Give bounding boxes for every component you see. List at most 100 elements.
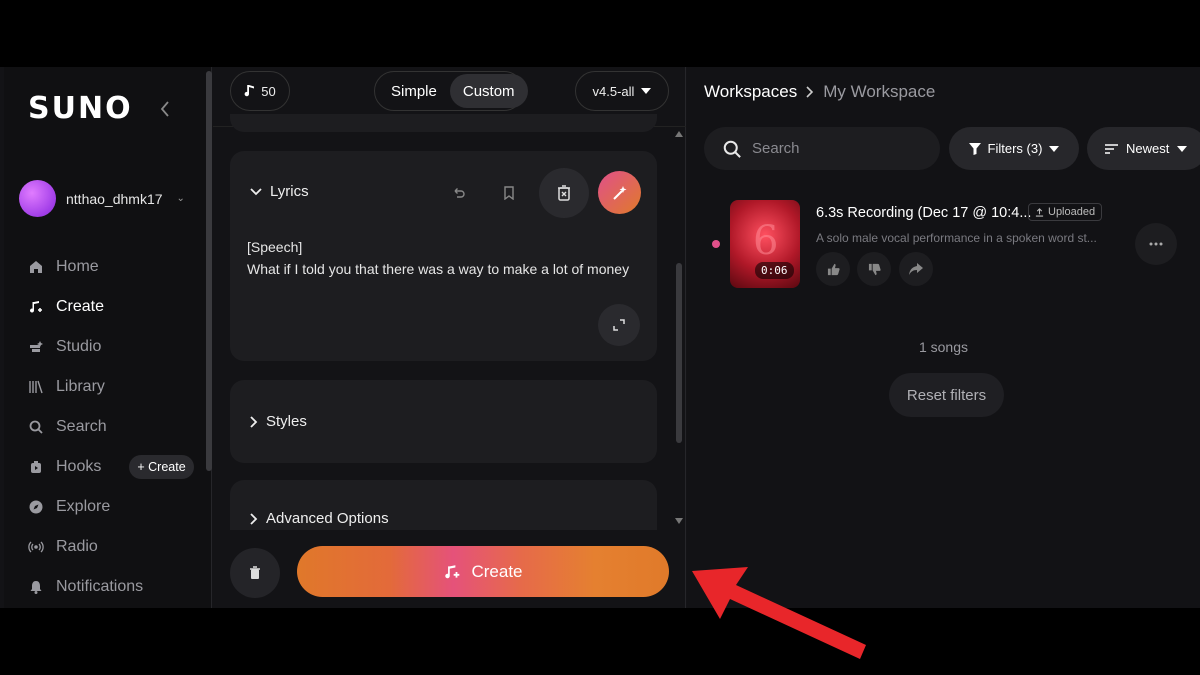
dislike-button[interactable] (857, 252, 891, 286)
credits-badge[interactable]: 50 (230, 71, 290, 111)
home-icon (30, 261, 42, 273)
song-row[interactable]: 6 0:06 6.3s Recording (Dec 17 @ 10:4... … (687, 197, 1200, 292)
scroll-down-arrow[interactable] (675, 518, 683, 524)
undo-button[interactable] (441, 175, 477, 211)
more-options-button[interactable] (1135, 223, 1177, 265)
create-music-icon (445, 564, 460, 578)
simple-mode-tab[interactable]: Simple (378, 74, 450, 108)
create-button-label: Create (471, 561, 523, 581)
panel-scrollbar[interactable] (676, 263, 682, 443)
bookmark-icon (504, 186, 514, 200)
generate-lyrics-button[interactable] (598, 171, 641, 214)
chevron-right-icon (806, 86, 814, 98)
sidebar-item-notifications[interactable]: Notifications (28, 567, 194, 607)
thumbs-up-icon (827, 263, 840, 275)
clear-icon (558, 185, 570, 201)
lyrics-textarea[interactable]: [Speech] What if I told you that there w… (247, 236, 629, 280)
explore-icon (29, 500, 43, 514)
like-button[interactable] (816, 252, 850, 286)
previous-card-edge (230, 114, 657, 132)
lyrics-line: [Speech] (247, 239, 303, 255)
hooks-icon (31, 461, 41, 473)
search-icon (723, 140, 741, 158)
create-music-icon (30, 301, 42, 313)
song-title[interactable]: 6.3s Recording (Dec 17 @ 10:4... (816, 205, 1031, 221)
version-select[interactable]: v4.5-all (575, 71, 669, 111)
filters-button[interactable]: Filters (3) (949, 127, 1079, 170)
lyrics-header: Lyrics (270, 183, 309, 200)
scroll-up-arrow[interactable] (675, 131, 683, 137)
collapse-sidebar-icon[interactable] (158, 99, 172, 119)
music-note-icon (244, 85, 255, 97)
advanced-options-header: Advanced Options (266, 510, 389, 527)
song-cover[interactable]: 6 0:06 (730, 200, 800, 288)
undo-icon (454, 188, 465, 198)
hooks-create-button[interactable]: + Create (129, 455, 194, 479)
sidebar-item-label: Notifications (56, 578, 144, 595)
caret-down-icon (1177, 145, 1188, 152)
expand-icon (613, 319, 625, 331)
lyrics-card: Lyrics [Speech] What if I told you that … (230, 151, 657, 361)
save-lyrics-button[interactable] (491, 175, 527, 211)
advanced-options-card: Advanced Options (230, 480, 657, 530)
expand-lyrics-button[interactable] (598, 304, 640, 346)
create-panel: 50 Simple Custom v4.5-all Lyrics [Speech… (213, 67, 686, 608)
share-button[interactable] (899, 252, 933, 286)
chevron-down-icon: ⌄ (176, 193, 185, 204)
clear-lyrics-button[interactable] (539, 168, 589, 218)
new-indicator-dot (712, 240, 720, 248)
lyrics-toggle[interactable]: Lyrics (250, 183, 309, 200)
chevron-right-icon (250, 512, 258, 525)
sidebar-scrollbar[interactable] (206, 71, 212, 471)
custom-mode-tab[interactable]: Custom (449, 74, 528, 108)
chevron-right-icon (250, 415, 258, 428)
breadcrumb-workspaces[interactable]: Workspaces (704, 82, 797, 102)
sidebar-item-library[interactable]: Library (28, 367, 194, 407)
trash-icon (250, 566, 260, 579)
song-duration: 0:06 (755, 262, 794, 279)
radio-icon (28, 541, 44, 553)
delete-button[interactable] (230, 548, 280, 598)
workspace-search-input[interactable]: Search (704, 127, 940, 170)
styles-header: Styles (266, 413, 307, 430)
breadcrumb-current: My Workspace (823, 82, 936, 101)
song-description: A solo male vocal performance in a spoke… (816, 231, 1097, 245)
bell-icon (30, 581, 42, 594)
caret-down-icon (641, 88, 652, 94)
sidebar-item-label: Radio (56, 538, 98, 555)
mode-toggle: Simple Custom (374, 71, 528, 111)
upload-icon (1035, 207, 1044, 217)
sidebar-item-label: Search (56, 418, 107, 435)
sidebar-item-radio[interactable]: Radio (28, 527, 194, 567)
thumbs-down-icon (868, 263, 881, 275)
sidebar-item-home[interactable]: Home (28, 247, 194, 287)
sidebar-item-hooks[interactable]: Hooks + Create (28, 447, 194, 487)
sidebar-item-label: Create (56, 298, 105, 315)
advanced-options-toggle[interactable]: Advanced Options (250, 510, 389, 527)
create-button[interactable]: Create (297, 546, 669, 597)
sidebar-item-search[interactable]: Search (28, 407, 194, 447)
sort-button[interactable]: Newest (1087, 127, 1200, 170)
reset-filters-button[interactable]: Reset filters (889, 373, 1004, 417)
sidebar-item-explore[interactable]: Explore (28, 487, 194, 527)
uploaded-label: Uploaded (1048, 206, 1096, 218)
suno-logo[interactable]: SUNO (28, 91, 133, 126)
styles-toggle[interactable]: Styles (250, 413, 307, 430)
user-profile[interactable]: ntthao_dhmk17 ⌄ (19, 180, 185, 217)
filter-icon (968, 142, 981, 155)
sidebar-item-studio[interactable]: Studio (28, 327, 194, 367)
lyrics-line: What if I told you that there was a way … (247, 261, 630, 277)
sidebar-item-create[interactable]: Create (28, 287, 194, 327)
breadcrumb: Workspaces My Workspace (704, 82, 935, 102)
avatar (19, 180, 56, 217)
cover-art: 6 (753, 218, 779, 264)
song-count: 1 songs (918, 339, 969, 355)
search-icon (29, 420, 43, 434)
sidebar-nav: Home Create Studio Library Search Hooks (28, 247, 194, 607)
sort-icon (1105, 143, 1118, 154)
studio-icon (30, 341, 43, 352)
share-icon (909, 263, 923, 275)
uploaded-badge: Uploaded (1028, 203, 1103, 221)
username: ntthao_dhmk17 (66, 190, 163, 207)
magic-wand-icon (612, 185, 626, 200)
